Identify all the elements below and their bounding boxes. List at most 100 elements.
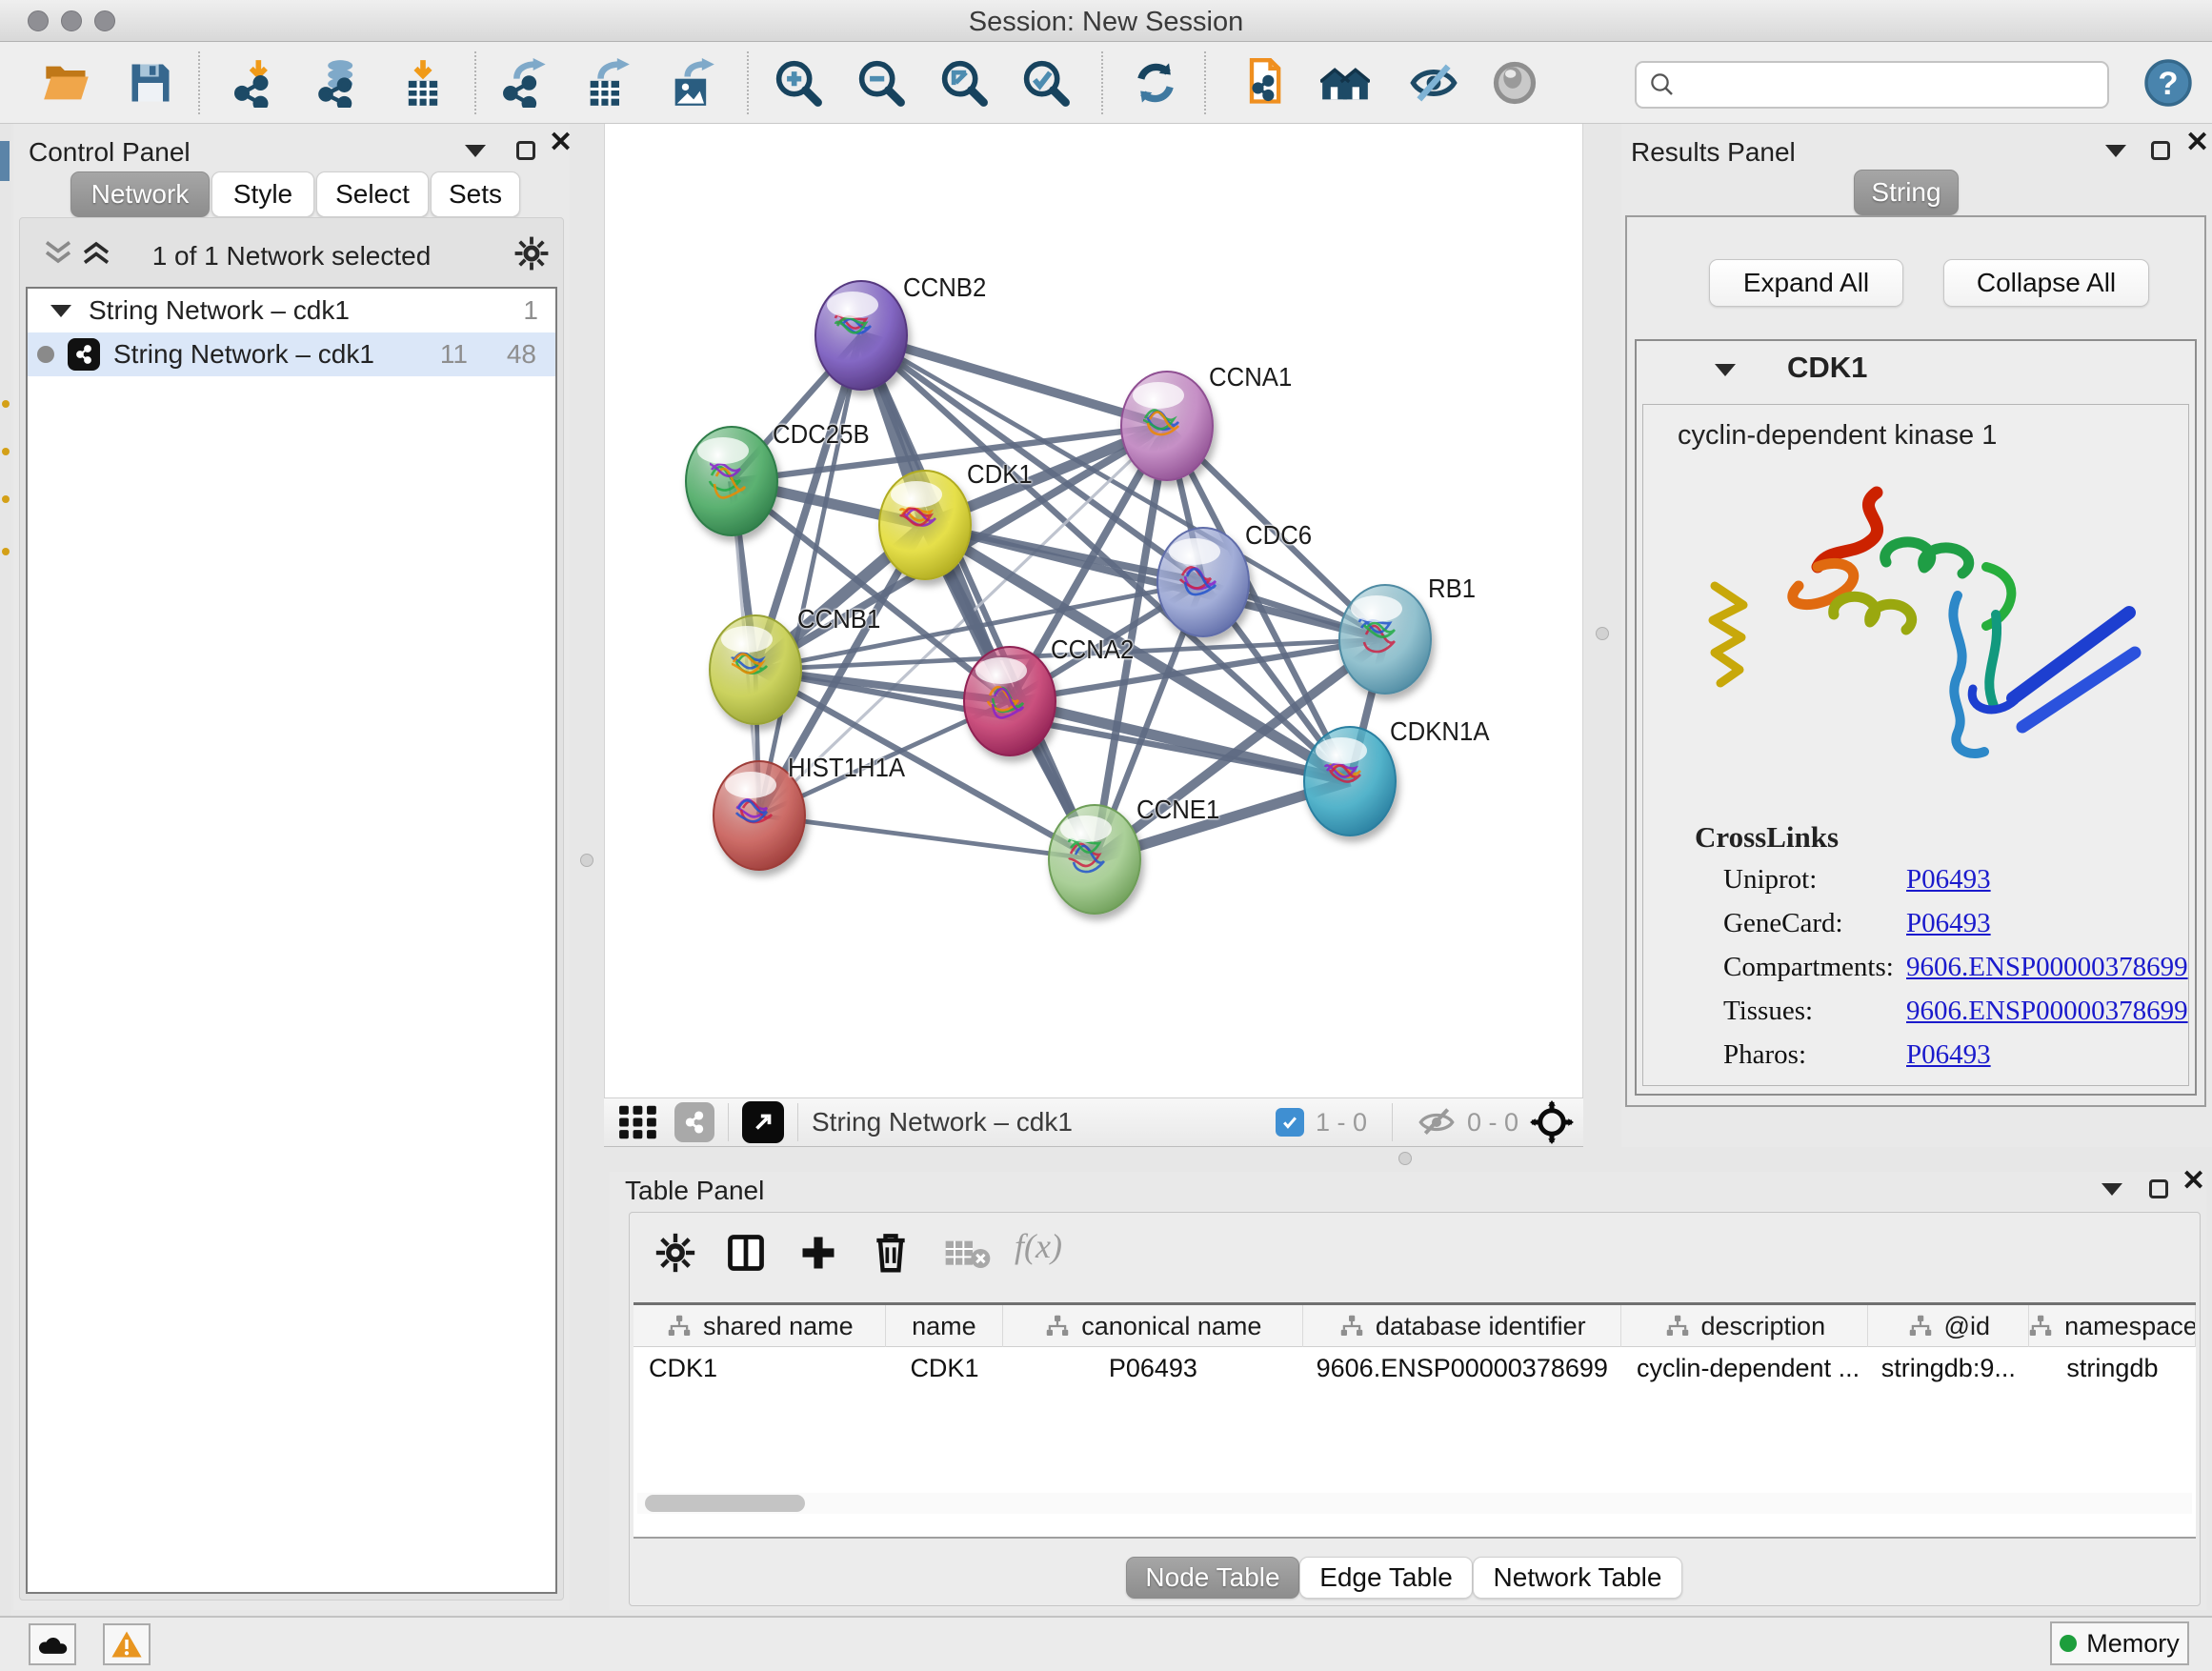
zoom-in-icon[interactable] (772, 56, 825, 110)
column-header-namespace[interactable]: namespace (2029, 1305, 2196, 1347)
pan-crosshair-icon[interactable] (1530, 1100, 1574, 1144)
node-CCNA1[interactable] (1121, 372, 1213, 480)
column-header-sharedname[interactable]: shared name (633, 1305, 886, 1347)
save-session-icon[interactable] (124, 56, 177, 110)
table-hscrollbar[interactable] (637, 1493, 2192, 1514)
cell-id[interactable]: stringdb:9... (1868, 1347, 2029, 1389)
expand-all-button[interactable]: Expand All (1709, 259, 1903, 307)
hide-elements-icon[interactable] (1407, 56, 1460, 110)
cell-name[interactable]: CDK1 (886, 1347, 1003, 1389)
share-document-icon[interactable] (1237, 56, 1291, 110)
crosslink-link[interactable]: P06493 (1906, 864, 1991, 896)
crosslink-link[interactable]: P06493 (1906, 1039, 1991, 1071)
tree-expander-icon[interactable] (50, 305, 71, 317)
show-elements-icon[interactable] (1488, 56, 1541, 110)
crosslink-link[interactable]: P06493 (1906, 908, 1991, 939)
results-panel-collapse-icon[interactable] (2105, 145, 2126, 162)
hscrollbar-thumb[interactable] (645, 1495, 805, 1512)
table-toolbar-box: f(x) shared namenamecanonical namedataba… (629, 1212, 2201, 1606)
control-panel-close-icon[interactable]: ✕ (549, 133, 573, 156)
gene-expander-icon[interactable] (1715, 364, 1736, 381)
delete-column-icon[interactable] (870, 1230, 912, 1274)
crosslink-link[interactable]: 9606.ENSP00000378699 (1906, 996, 2188, 1027)
node-CDC25B[interactable] (686, 427, 777, 535)
node-CDC6[interactable] (1157, 528, 1249, 636)
table-panel-close-icon[interactable]: ✕ (2182, 1172, 2205, 1195)
zoom-out-icon[interactable] (855, 56, 908, 110)
grid-view-icon[interactable] (617, 1104, 659, 1140)
tab-network-table[interactable]: Network Table (1473, 1557, 1682, 1599)
import-network-database-icon[interactable] (312, 56, 365, 110)
edge-HIST1H1A-CCNE1[interactable] (759, 815, 1095, 859)
cloud-button[interactable] (29, 1623, 76, 1665)
gear-icon[interactable] (513, 235, 550, 272)
export-table-icon[interactable] (580, 56, 633, 110)
home-networks-icon[interactable] (1318, 56, 1372, 110)
table-gear-icon[interactable] (654, 1232, 696, 1274)
selected-checkbox-icon[interactable] (1276, 1108, 1304, 1137)
left-split-handle[interactable] (580, 854, 593, 867)
tab-node-table[interactable]: Node Table (1126, 1557, 1299, 1599)
table-data-row[interactable]: CDK1CDK1P064939606.ENSP00000378699cyclin… (633, 1347, 2196, 1389)
node-table[interactable]: shared namenamecanonical namedatabase id… (633, 1302, 2196, 1539)
results-panel-close-icon[interactable]: ✕ (2185, 133, 2209, 156)
tab-string[interactable]: String (1854, 170, 1959, 215)
node-CCNB1[interactable] (710, 615, 801, 724)
birdseye-view-icon[interactable] (742, 1101, 784, 1143)
cell-description[interactable]: cyclin-dependent ... (1621, 1347, 1868, 1389)
import-table-icon[interactable] (396, 56, 450, 110)
search-input[interactable] (1677, 66, 2107, 104)
node-RB1[interactable] (1339, 585, 1431, 694)
tab-style[interactable]: Style (211, 171, 314, 217)
table-panel-float-icon[interactable] (2149, 1179, 2168, 1203)
refresh-layout-icon[interactable] (1129, 56, 1182, 110)
export-network-icon[interactable] (498, 56, 552, 110)
node-CCNA2[interactable] (964, 647, 1056, 755)
open-session-icon[interactable] (40, 56, 93, 110)
table-panel-collapse-icon[interactable] (2101, 1183, 2122, 1200)
cell-canonicalname[interactable]: P06493 (1003, 1347, 1302, 1389)
export-image-icon[interactable] (665, 56, 718, 110)
network-row-selected[interactable]: String Network – cdk1 11 48 (28, 332, 555, 376)
column-header-canonicalname[interactable]: canonical name (1003, 1305, 1302, 1347)
cell-sharedname[interactable]: CDK1 (633, 1347, 886, 1389)
column-header-id[interactable]: @id (1868, 1305, 2029, 1347)
node-CDK1[interactable] (879, 471, 971, 579)
zoom-fit-icon[interactable] (937, 56, 991, 110)
horizontal-split-handle[interactable] (1398, 1152, 1412, 1165)
show-columns-icon[interactable] (725, 1232, 767, 1274)
zoom-selected-icon[interactable] (1019, 56, 1073, 110)
column-header-description[interactable]: description (1621, 1305, 1868, 1347)
network-collection-row[interactable]: String Network – cdk1 1 (28, 289, 555, 332)
edge-CCNB2-HIST1H1A[interactable] (759, 335, 861, 815)
column-header-name[interactable]: name (886, 1305, 1003, 1347)
import-network-file-icon[interactable] (228, 56, 281, 110)
tab-network[interactable]: Network (70, 171, 210, 217)
column-header-databaseidentifier[interactable]: database identifier (1303, 1305, 1621, 1347)
network-canvas[interactable]: CCNB2CCNA1CDC25BCDK1CDC6RB1CCNB1CCNA2CDK… (604, 124, 1583, 1097)
tab-sets[interactable]: Sets (431, 171, 520, 217)
tab-edge-table[interactable]: Edge Table (1299, 1557, 1473, 1599)
cell-databaseidentifier[interactable]: 9606.ENSP00000378699 (1303, 1347, 1621, 1389)
help-icon[interactable]: ? (2142, 56, 2195, 110)
warnings-button[interactable] (103, 1623, 151, 1665)
node-CCNB2[interactable] (815, 281, 907, 390)
toolbar-separator (198, 51, 200, 114)
tab-select[interactable]: Select (316, 171, 429, 217)
control-panel-float-icon[interactable] (516, 141, 535, 165)
node-CDKN1A[interactable] (1304, 727, 1396, 836)
right-split-handle[interactable] (1596, 627, 1609, 640)
gene-section: CDK1 cyclin-dependent kinase 1 (1635, 339, 2197, 1096)
cell-namespace[interactable]: stringdb (2029, 1347, 2196, 1389)
footer-separator (728, 1103, 729, 1141)
network-style-icon[interactable] (674, 1102, 714, 1142)
node-CCNE1[interactable] (1049, 805, 1140, 914)
memory-button[interactable]: Memory (2050, 1621, 2189, 1665)
results-panel-float-icon[interactable] (2151, 141, 2170, 165)
results-panel-title: Results Panel (1631, 137, 1796, 168)
crosslinks-list: Uniprot:P06493GeneCard:P06493Compartment… (1643, 864, 2188, 1083)
collapse-all-button[interactable]: Collapse All (1943, 259, 2149, 307)
add-column-icon[interactable] (797, 1232, 839, 1274)
control-panel-collapse-icon[interactable] (465, 145, 486, 162)
crosslink-link[interactable]: 9606.ENSP00000378699 (1906, 952, 2188, 983)
